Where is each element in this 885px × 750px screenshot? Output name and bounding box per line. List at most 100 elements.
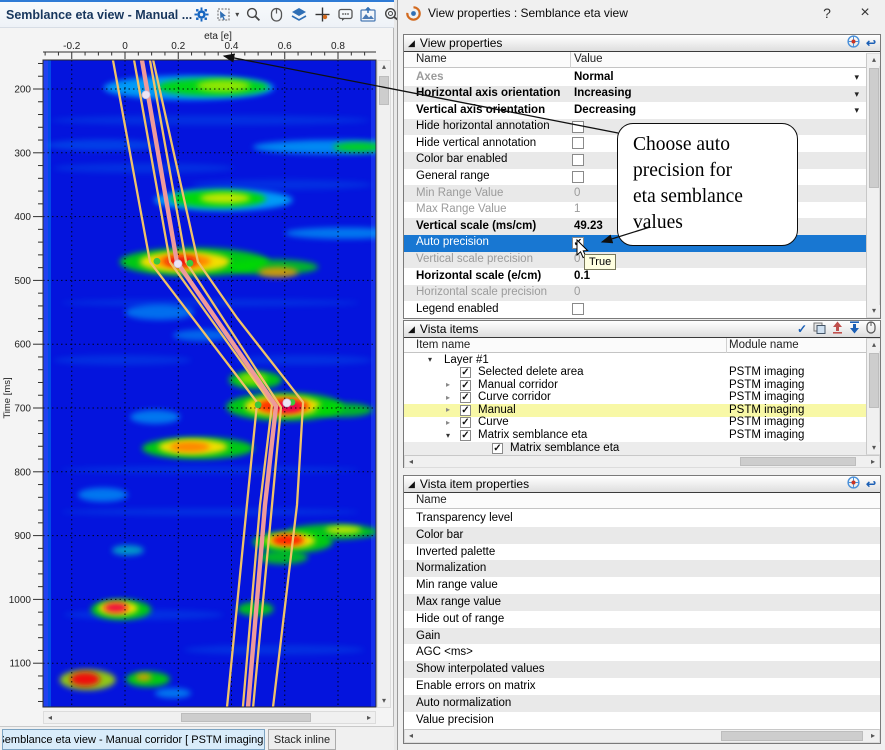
select-region-dropdown-icon[interactable]: ▾ <box>235 10 239 19</box>
item-property-row-value-precision[interactable]: Value precision <box>404 712 880 729</box>
property-row-vertical-axis-orientation[interactable]: Vertical axis orientationDecreasing▾ <box>404 102 866 119</box>
horizontal-scroll-thumb[interactable] <box>721 731 863 741</box>
property-row-axes[interactable]: AxesNormal▾ <box>404 69 866 86</box>
property-value[interactable]: 49.23 <box>574 220 603 232</box>
vista-item-properties-header[interactable]: ◢ Vista item properties ↩ <box>404 476 880 493</box>
property-row-vertical-scale-precision[interactable]: Vertical scale precision0 <box>404 252 866 269</box>
expand-expander-icon[interactable]: ▸ <box>446 380 450 389</box>
tab-stack-inline[interactable]: Stack inline <box>268 729 336 750</box>
property-row-horizontal-scale-e-cm-[interactable]: Horizontal scale (e/cm)0.1 <box>404 268 866 285</box>
property-value[interactable]: Increasing <box>574 87 632 99</box>
dropdown-arrow-icon[interactable]: ▾ <box>854 72 859 83</box>
vista-items-hscrollbar[interactable]: ◂ ▸ <box>404 455 880 468</box>
semblance-heatmap-svg[interactable]: eta [e]-0.200.20.40.60.82003004005006007… <box>0 28 394 710</box>
item-property-row-max-range-value[interactable]: Max range value <box>404 594 880 611</box>
tree-item-manual[interactable]: ▸✓ManualPSTM imaging <box>404 404 866 417</box>
scroll-up-button[interactable]: ▴ <box>868 54 880 66</box>
item-property-row-transparency-level[interactable]: Transparency level <box>404 510 880 527</box>
expand-expander-icon[interactable]: ▸ <box>446 393 450 402</box>
view-properties-header[interactable]: ◢ View properties ↩ <box>404 35 880 52</box>
property-value[interactable]: 0 <box>574 253 580 265</box>
tab-semblance-eta-view[interactable]: Semblance eta view - Manual corridor [ P… <box>2 729 265 750</box>
visibility-checkbox[interactable]: ✓ <box>460 430 471 441</box>
unchecked-checkbox[interactable] <box>572 154 584 166</box>
column-item-name[interactable]: Item name <box>416 339 470 351</box>
checked-checkbox[interactable]: ✓ <box>572 237 584 249</box>
expand-expander-icon[interactable]: ▸ <box>446 405 450 414</box>
tree-item-selected-delete-area[interactable]: ✓Selected delete areaPSTM imaging <box>404 367 866 380</box>
tree-item-matrix-semblance-eta[interactable]: ▾✓Matrix semblance etaPSTM imaging <box>404 430 866 443</box>
scroll-right-button[interactable]: ▸ <box>867 730 879 742</box>
undo-icon[interactable]: ↩ <box>866 36 876 50</box>
visibility-checkbox[interactable]: ✓ <box>460 392 471 403</box>
property-value[interactable]: 0 <box>574 187 580 199</box>
property-row-horizontal-scale-precision[interactable]: Horizontal scale precision0 <box>404 285 866 302</box>
collapse-triangle-icon[interactable]: ◢ <box>404 324 420 335</box>
scroll-up-button[interactable]: ▴ <box>868 339 880 351</box>
scroll-right-button[interactable]: ▸ <box>363 712 375 723</box>
property-value[interactable]: 0 <box>574 286 580 298</box>
scroll-left-button[interactable]: ◂ <box>405 456 417 467</box>
scroll-down-button[interactable]: ▾ <box>868 442 880 454</box>
vertical-scroll-thumb[interactable] <box>869 353 879 408</box>
scroll-down-button[interactable]: ▾ <box>868 305 880 317</box>
visibility-checkbox[interactable]: ✓ <box>492 443 503 454</box>
visibility-checkbox[interactable]: ✓ <box>460 417 471 428</box>
item-property-row-normalization[interactable]: Normalization <box>404 560 880 577</box>
visibility-checkbox[interactable]: ✓ <box>460 367 471 378</box>
horizontal-scroll-thumb[interactable] <box>181 713 311 722</box>
item-property-row-auto-normalization[interactable]: Auto normalization <box>404 695 880 712</box>
visibility-checkbox[interactable]: ✓ <box>460 380 471 391</box>
property-row-legend-enabled[interactable]: Legend enabled <box>404 301 866 318</box>
property-value[interactable]: 0.1 <box>574 270 590 282</box>
comment-icon[interactable] <box>336 6 354 24</box>
tree-item-layer-1[interactable]: ▾Layer #1 <box>404 354 866 367</box>
vista-items-header[interactable]: ◢ Vista items ✓ <box>404 321 880 338</box>
collapse-triangle-icon[interactable]: ◢ <box>404 38 420 49</box>
column-value[interactable]: Value <box>574 53 603 65</box>
scroll-left-button[interactable]: ◂ <box>405 730 417 742</box>
copy-items-icon[interactable] <box>813 322 826 337</box>
tree-item-matrix-semblance-eta[interactable]: ✓Matrix semblance eta <box>404 442 866 455</box>
item-property-row-show-interpolated-values[interactable]: Show interpolated values <box>404 661 880 678</box>
tree-item-manual-corridor[interactable]: ▸✓Manual corridorPSTM imaging <box>404 379 866 392</box>
scroll-down-button[interactable]: ▾ <box>378 695 390 707</box>
unchecked-checkbox[interactable] <box>572 303 584 315</box>
vista-item-properties-hscrollbar[interactable]: ◂ ▸ <box>404 729 880 743</box>
scroll-right-button[interactable]: ▸ <box>867 456 879 467</box>
mouse-tool-icon[interactable] <box>267 6 285 24</box>
vista-item-properties-column-header[interactable]: Name <box>404 493 880 509</box>
dropdown-arrow-icon[interactable]: ▾ <box>854 89 859 100</box>
vertical-scroll-thumb[interactable] <box>379 76 389 105</box>
collapse-triangle-icon[interactable]: ◢ <box>404 479 420 490</box>
track-crosshair-icon[interactable] <box>313 6 331 24</box>
tree-item-curve-corridor[interactable]: ▸✓Curve corridorPSTM imaging <box>404 392 866 405</box>
item-property-row-agc-ms-[interactable]: AGC <ms> <box>404 644 880 661</box>
unchecked-checkbox[interactable] <box>572 137 584 149</box>
check-all-icon[interactable]: ✓ <box>797 322 807 336</box>
vista-items-column-header[interactable]: Item name Module name <box>404 338 880 353</box>
semblance-heatmap-plot[interactable]: eta [e]-0.200.20.40.60.82003004005006007… <box>0 28 394 710</box>
collapse-expander-icon[interactable]: ▾ <box>446 431 450 440</box>
zoom-icon[interactable] <box>244 6 262 24</box>
column-name[interactable]: Name <box>416 53 447 65</box>
reset-defaults-icon[interactable] <box>847 476 860 492</box>
import-down-icon[interactable] <box>849 321 860 337</box>
dropdown-arrow-icon[interactable]: ▾ <box>854 105 859 116</box>
export-up-icon[interactable] <box>832 321 843 337</box>
close-button[interactable]: × <box>852 2 878 24</box>
visibility-checkbox[interactable]: ✓ <box>460 405 471 416</box>
scroll-left-button[interactable]: ◂ <box>44 712 56 723</box>
item-property-row-min-range-value[interactable]: Min range value <box>404 577 880 594</box>
tree-item-curve[interactable]: ▸✓CurvePSTM imaging <box>404 417 866 430</box>
column-name[interactable]: Name <box>416 494 447 506</box>
undo-icon[interactable]: ↩ <box>866 477 876 491</box>
item-property-row-color-bar[interactable]: Color bar <box>404 527 880 544</box>
unchecked-checkbox[interactable] <box>572 121 584 133</box>
column-module-name[interactable]: Module name <box>729 339 799 351</box>
item-property-row-inverted-palette[interactable]: Inverted palette <box>404 544 880 561</box>
item-property-row-gain[interactable]: Gain <box>404 628 880 645</box>
item-property-row-hide-out-of-range[interactable]: Hide out of range <box>404 611 880 628</box>
view-properties-column-header[interactable]: Name Value <box>404 52 880 68</box>
property-value[interactable]: Decreasing <box>574 104 636 116</box>
